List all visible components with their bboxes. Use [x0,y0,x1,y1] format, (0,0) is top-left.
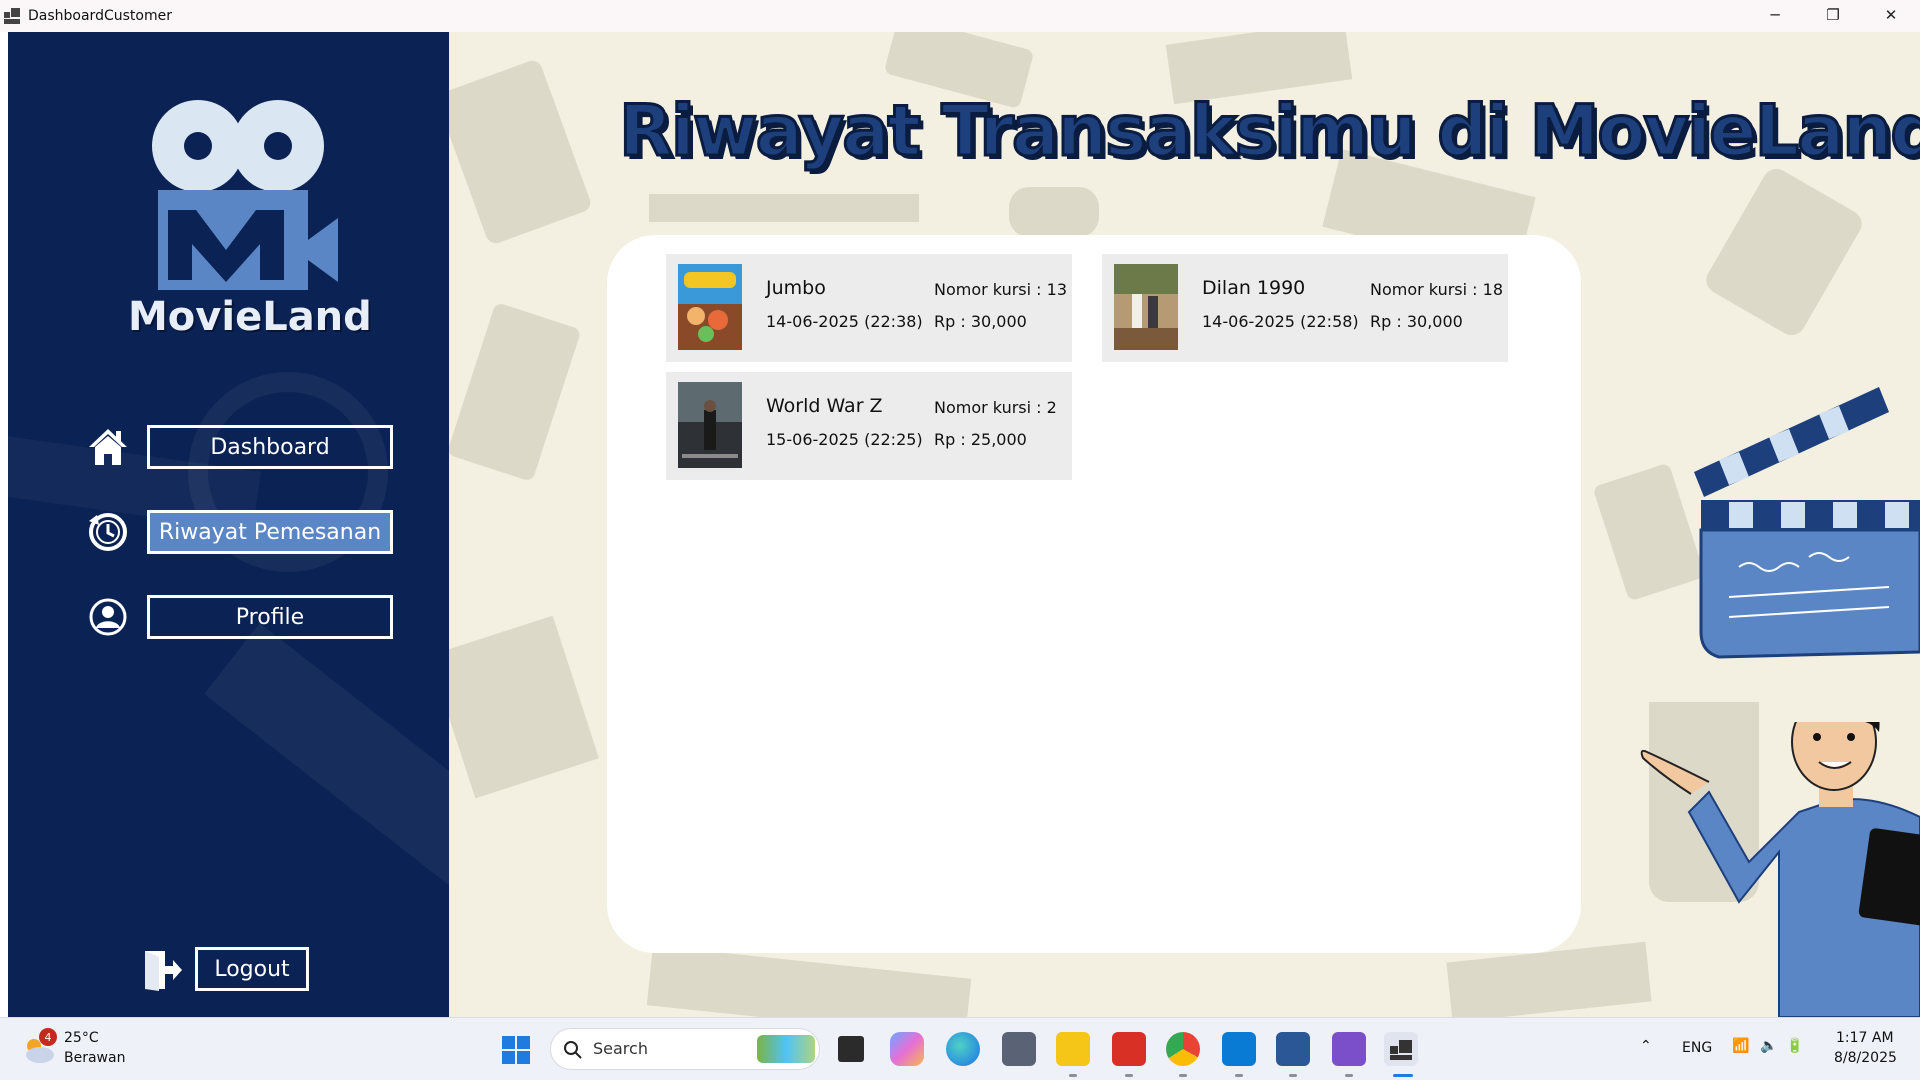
clapperboard-doodle [649,194,919,222]
transaction-panel: Jumbo 14-06-2025 (22:38) Nomor kursi : 1… [607,235,1581,953]
weather-condition: Berawan [64,1050,126,1066]
page-heading: Riwayat Transaksimu di MovieLand [618,89,1920,174]
transaction-datetime: 15-06-2025 (22:25) [766,430,923,449]
search-icon [564,1041,582,1059]
nav-profile[interactable]: Profile [83,592,393,642]
transaction-card[interactable]: World War Z 15-06-2025 (22:25) Nomor kur… [666,372,1072,480]
weather-temperature: 25°C [64,1030,99,1046]
file-explorer-icon[interactable] [1056,1032,1090,1066]
vscode-icon[interactable] [1222,1032,1256,1066]
movieland-logo: MovieLand [128,94,372,344]
battery-icon[interactable]: 🔋 [1786,1038,1803,1054]
clapperboard-illustration [1694,387,1920,659]
chrome-browser-icon[interactable] [1166,1032,1200,1066]
movie-title: World War Z [766,395,883,417]
start-button[interactable] [502,1036,530,1064]
transaction-datetime: 14-06-2025 (22:38) [766,312,923,331]
minimize-button[interactable]: ─ [1746,0,1804,30]
seat-number: Nomor kursi : 13 [934,280,1067,299]
language-indicator[interactable]: ENG [1682,1040,1712,1056]
camera-app-icon[interactable] [1002,1032,1036,1066]
word-icon[interactable] [1276,1032,1310,1066]
visual-studio-icon[interactable] [1332,1032,1366,1066]
title-bar: DashboardCustomer ─ ❐ ✕ [0,0,1920,32]
world-war-z-poster [678,382,742,468]
volume-icon[interactable]: 🔈 [1760,1038,1777,1054]
task-view-icon[interactable] [838,1036,864,1062]
running-indicator [1125,1074,1133,1077]
nav-riwayat-pemesanan[interactable]: Riwayat Pemesanan [83,507,393,557]
popcorn-doodle [449,58,594,246]
running-indicator [1235,1074,1243,1077]
weather-widget[interactable]: 4 25°C Berawan [22,1028,132,1072]
clapperboard-doodle [449,615,599,799]
running-indicator [1179,1074,1187,1077]
3d-glasses-doodle [1701,163,1867,341]
close-button[interactable]: ✕ [1862,0,1920,30]
dashboard-customer-app-icon[interactable] [1384,1032,1418,1066]
clock-time[interactable]: 1:17 AM [1836,1030,1894,1046]
wifi-icon[interactable]: 📶 [1732,1038,1749,1054]
search-placeholder: Search [593,1039,648,1058]
wps-office-icon[interactable] [1112,1032,1146,1066]
logo-text: MovieLand [128,294,372,340]
character-illustration [1640,722,1920,1017]
copilot-icon[interactable] [890,1032,924,1066]
history-icon [83,507,133,557]
popcorn-doodle [1009,187,1099,237]
nav-dashboard[interactable]: Dashboard [83,422,393,472]
running-indicator [1289,1074,1297,1077]
running-indicator [1345,1074,1353,1077]
dilan-1990-poster [1114,264,1178,350]
weather-badge: 4 [39,1028,57,1046]
jumbo-poster [678,264,742,350]
seat-number: Nomor kursi : 18 [1370,280,1503,299]
profile-button[interactable]: Profile [147,595,393,639]
maximize-button[interactable]: ❐ [1804,0,1862,30]
logout-button[interactable]: Logout [195,947,309,991]
user-icon [83,592,133,642]
taskbar-search[interactable]: Search [550,1028,820,1070]
ticket-price: Rp : 30,000 [1370,312,1463,331]
film-strip-decoration [204,623,449,891]
transaction-card[interactable]: Jumbo 14-06-2025 (22:38) Nomor kursi : 1… [666,254,1072,362]
main-content: Riwayat Transaksimu di MovieLand Jumbo 1… [449,32,1920,1017]
sidebar: MovieLand Dashboard Riwayat Pemesanan Pr… [8,32,449,1017]
ticket-price: Rp : 30,000 [934,312,1027,331]
edge-browser-icon[interactable] [946,1032,980,1066]
riwayat-pemesanan-button[interactable]: Riwayat Pemesanan [147,510,393,554]
active-indicator [1393,1074,1413,1077]
clapperboard-doodle [646,945,972,1017]
transaction-datetime: 14-06-2025 (22:58) [1202,312,1359,331]
ticket-doodle [449,302,582,482]
movie-title: Dilan 1990 [1202,277,1306,299]
logout-icon [143,949,183,995]
ticket-doodle [1446,941,1652,1017]
taskbar: 4 25°C Berawan Search ⌃ ENG 📶 � [0,1017,1920,1080]
seat-number: Nomor kursi : 2 [934,398,1057,417]
movie-title: Jumbo [766,277,826,299]
windows-icon [502,1036,530,1064]
home-icon [83,422,133,472]
transaction-card[interactable]: Dilan 1990 14-06-2025 (22:58) Nomor kurs… [1102,254,1508,362]
window-border [0,32,8,1017]
app-icon [4,8,20,24]
window-title: DashboardCustomer [28,8,172,24]
ticket-price: Rp : 25,000 [934,430,1027,449]
search-highlight-image [757,1035,815,1063]
dashboard-button[interactable]: Dashboard [147,425,393,469]
running-indicator [1069,1074,1077,1077]
movieland-logo-mark [152,100,338,290]
clock-date[interactable]: 8/8/2025 [1834,1050,1897,1066]
show-hidden-icons[interactable]: ⌃ [1640,1038,1652,1054]
